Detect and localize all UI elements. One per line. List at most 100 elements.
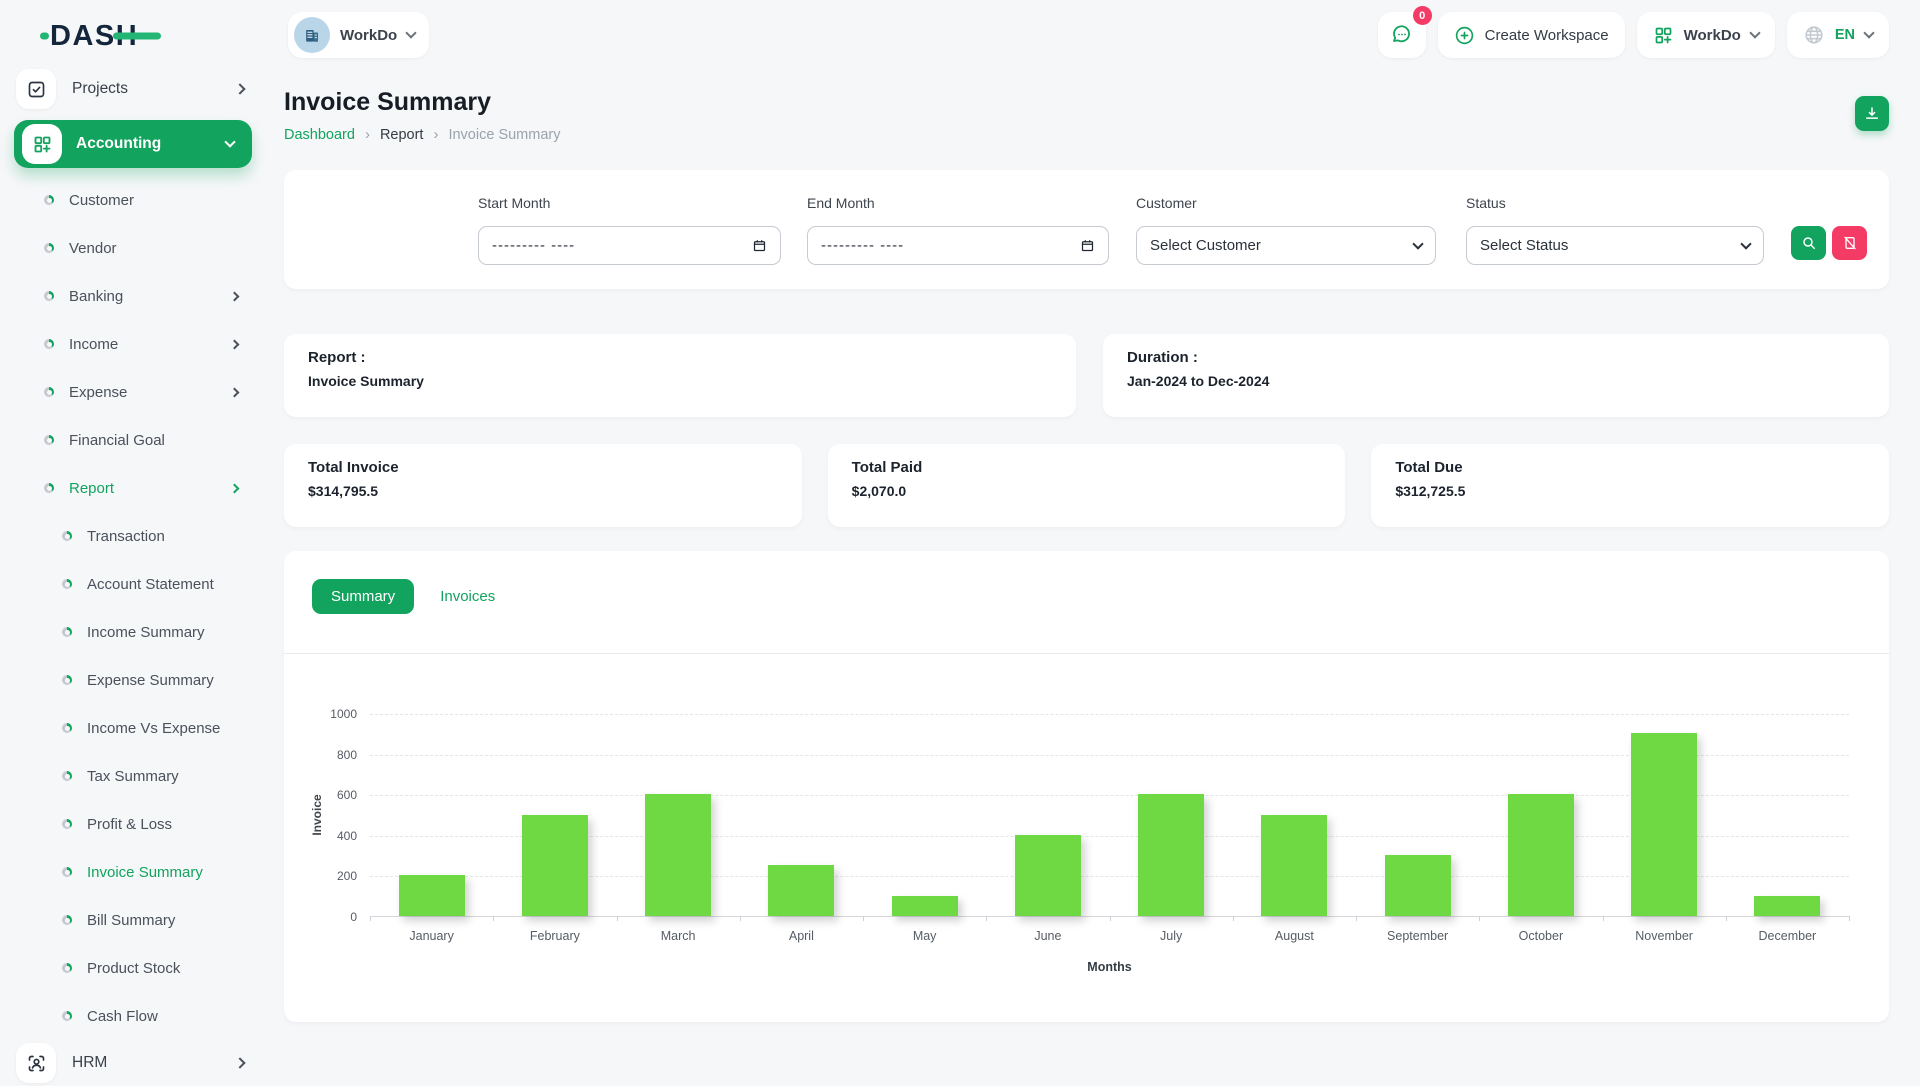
messages-button[interactable]: 0 xyxy=(1378,12,1426,58)
gridline xyxy=(370,714,1849,715)
apply-filter-button[interactable] xyxy=(1791,226,1826,260)
workspace-switcher[interactable]: WorkDo xyxy=(288,12,429,58)
x-tick-label: February xyxy=(493,929,616,943)
x-tick-label: November xyxy=(1603,929,1726,943)
sidebar-item-report[interactable]: Report xyxy=(0,464,266,512)
bar-july[interactable] xyxy=(1138,794,1204,916)
end-month-input[interactable]: --------- ---- xyxy=(807,226,1109,265)
chevron-right-icon xyxy=(234,83,245,94)
sidebar-item-income-vs-expense[interactable]: Income Vs Expense xyxy=(0,704,266,752)
x-axis-tick-mark xyxy=(370,916,371,921)
reset-filter-button[interactable] xyxy=(1832,226,1867,260)
x-tick-label: August xyxy=(1233,929,1356,943)
sidebar-item-label: Invoice Summary xyxy=(87,864,266,881)
sidebar-item-expense-summary[interactable]: Expense Summary xyxy=(0,656,266,704)
x-axis-tick-mark xyxy=(986,916,987,921)
breadcrumb-report[interactable]: Report xyxy=(380,127,424,143)
sidebar-item-cash-flow[interactable]: Cash Flow xyxy=(0,992,266,1040)
chevron-down-icon xyxy=(406,27,417,38)
x-axis-tick-mark xyxy=(740,916,741,921)
download-icon xyxy=(1863,105,1881,123)
sidebar-item-label: Income Summary xyxy=(87,624,266,641)
report-label: Report : xyxy=(308,349,1052,366)
sidebar-item-financial-goal[interactable]: Financial Goal xyxy=(0,416,266,464)
accounting-icon-box xyxy=(22,124,62,164)
x-tick-label: March xyxy=(617,929,740,943)
bullet-icon xyxy=(62,579,72,589)
calendar-icon[interactable] xyxy=(752,238,767,253)
sidebar-item-tax-summary[interactable]: Tax Summary xyxy=(0,752,266,800)
bullet-icon xyxy=(62,675,72,685)
app-logo[interactable]: DASH xyxy=(40,18,162,52)
sidebar-item-income-summary[interactable]: Income Summary xyxy=(0,608,266,656)
sidebar-item-customer[interactable]: Customer xyxy=(0,176,266,224)
bar-april[interactable] xyxy=(768,865,834,916)
bar-june[interactable] xyxy=(1015,835,1081,916)
bullet-icon xyxy=(44,291,54,301)
chevron-down-icon xyxy=(224,136,235,147)
sidebar-item-vendor[interactable]: Vendor xyxy=(0,224,266,272)
sidebar-item-income[interactable]: Income xyxy=(0,320,266,368)
sidebar-item-bill-summary[interactable]: Bill Summary xyxy=(0,896,266,944)
tabs-divider xyxy=(284,653,1889,654)
bar-march[interactable] xyxy=(645,794,711,916)
bar-august[interactable] xyxy=(1261,815,1327,917)
gridline xyxy=(370,755,1849,756)
breadcrumb-separator: › xyxy=(433,126,438,143)
messages-count-badge: 0 xyxy=(1413,6,1432,25)
y-tick-label: 1000 xyxy=(330,707,357,721)
bullet-icon xyxy=(62,963,72,973)
report-card: Report : Invoice Summary xyxy=(284,334,1076,417)
bar-december[interactable] xyxy=(1754,896,1820,916)
bullet-icon xyxy=(62,771,72,781)
x-axis-tick-mark xyxy=(617,916,618,921)
bar-september[interactable] xyxy=(1385,855,1451,916)
calendar-icon[interactable] xyxy=(1080,238,1095,253)
globe-icon xyxy=(1803,24,1825,46)
sidebar-item-profit-loss[interactable]: Profit & Loss xyxy=(0,800,266,848)
bar-november[interactable] xyxy=(1631,733,1697,916)
x-axis-tick-mark xyxy=(1110,916,1111,921)
sidebar-item-product-stock[interactable]: Product Stock xyxy=(0,944,266,992)
x-axis-tick-mark xyxy=(493,916,494,921)
download-button[interactable] xyxy=(1855,96,1889,131)
bullet-icon xyxy=(62,1011,72,1021)
invoice-bar-chart: Invoice 02004006008001000 JanuaryFebruar… xyxy=(370,714,1849,974)
workspace-menu-button[interactable]: WorkDo xyxy=(1637,12,1775,58)
hrm-icon-box xyxy=(16,1043,56,1083)
tab-invoices[interactable]: Invoices xyxy=(440,588,495,605)
sidebar-item-invoice-summary[interactable]: Invoice Summary xyxy=(0,848,266,896)
bullet-icon xyxy=(44,243,54,253)
end-month-label: End Month xyxy=(807,195,875,211)
sidebar: Projects Accounting CustomerVendorBankin… xyxy=(0,62,266,1080)
bullet-icon xyxy=(44,195,54,205)
bar-february[interactable] xyxy=(522,815,588,917)
clear-filter-icon xyxy=(1842,235,1858,251)
sidebar-item-banking[interactable]: Banking xyxy=(0,272,266,320)
status-select[interactable]: Select Status xyxy=(1466,226,1764,265)
sidebar-item-account-statement[interactable]: Account Statement xyxy=(0,560,266,608)
x-axis-tick-mark xyxy=(1479,916,1480,921)
accounting-submenu: CustomerVendorBankingIncomeExpense Financ… xyxy=(0,176,266,1040)
top-bar: DASH WorkDo xyxy=(0,0,1920,62)
bar-may[interactable] xyxy=(892,896,958,916)
create-workspace-button[interactable]: Create Workspace xyxy=(1438,12,1625,58)
customer-select[interactable]: Select Customer xyxy=(1136,226,1436,265)
bar-january[interactable] xyxy=(399,875,465,916)
sidebar-item-label: Financial Goal xyxy=(69,432,266,449)
stat-value: $312,725.5 xyxy=(1395,483,1865,499)
status-label: Status xyxy=(1466,195,1506,211)
breadcrumb-dashboard[interactable]: Dashboard xyxy=(284,127,355,143)
customer-select-value: Select Customer xyxy=(1150,237,1261,254)
total-due-card: Total Due $312,725.5 xyxy=(1371,444,1889,527)
sidebar-item-expense[interactable]: Expense xyxy=(0,368,266,416)
bar-october[interactable] xyxy=(1508,794,1574,916)
sidebar-item-hrm[interactable]: HRM xyxy=(0,1040,266,1086)
sidebar-item-accounting[interactable]: Accounting xyxy=(14,120,252,168)
language-selector[interactable]: EN xyxy=(1787,12,1889,58)
tab-summary[interactable]: Summary xyxy=(312,579,414,614)
sidebar-item-transaction[interactable]: Transaction xyxy=(0,512,266,560)
start-month-input[interactable]: --------- ---- xyxy=(478,226,781,265)
sidebar-item-projects[interactable]: Projects xyxy=(0,66,266,112)
stat-label: Total Paid xyxy=(852,459,1322,476)
